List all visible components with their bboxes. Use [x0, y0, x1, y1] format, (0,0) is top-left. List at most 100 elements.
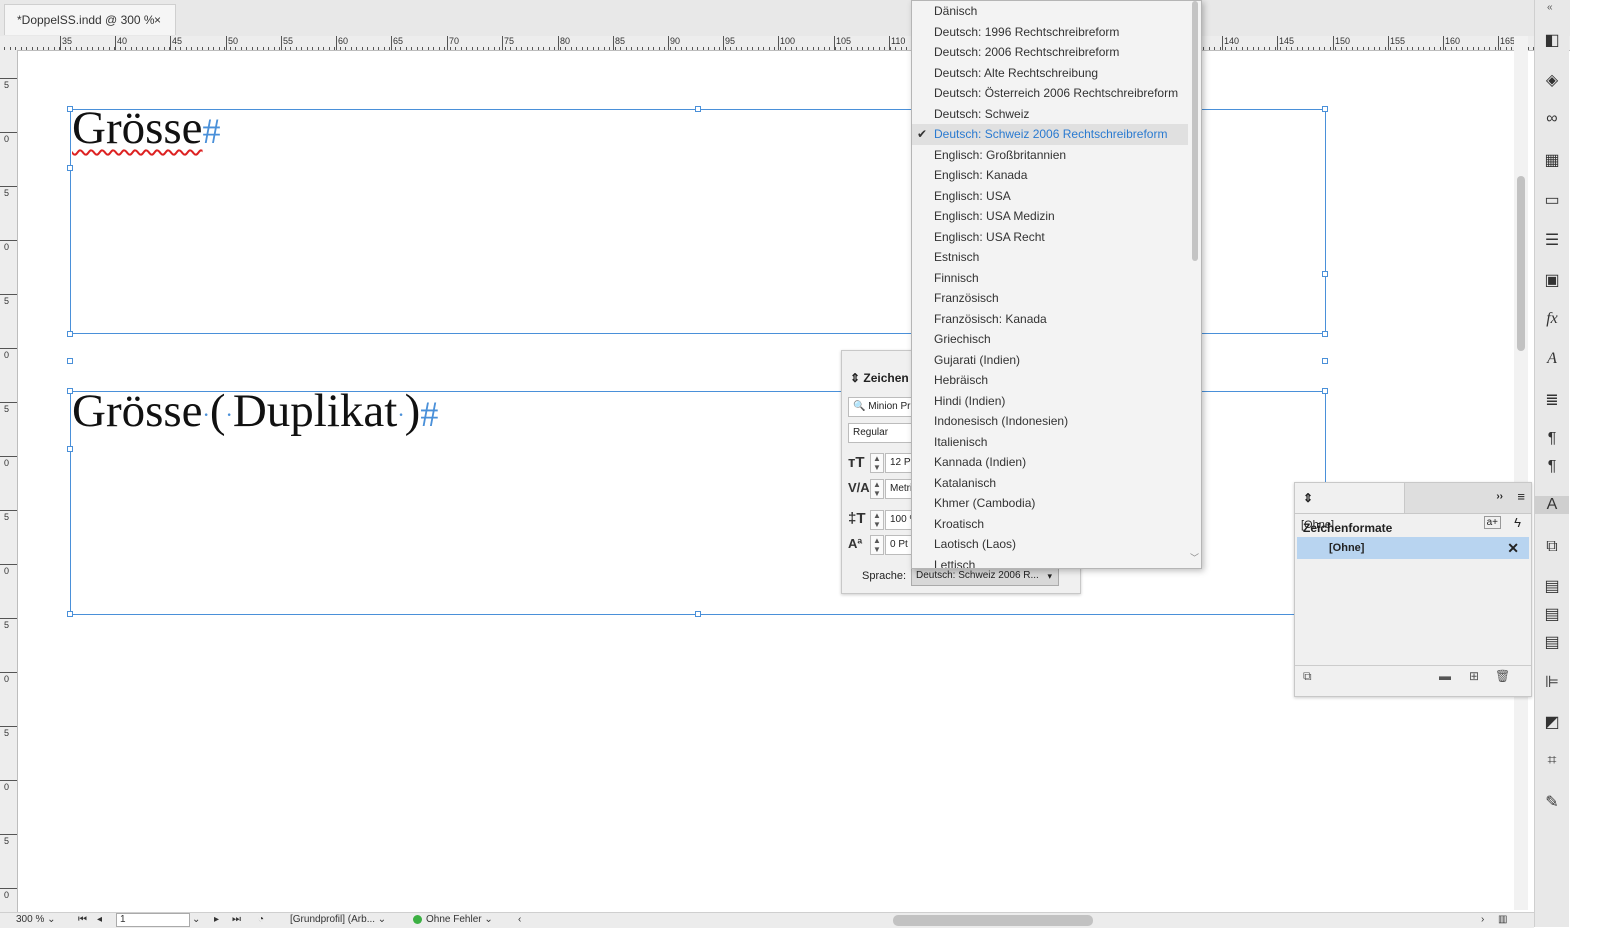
language-option[interactable]: Hebräisch [912, 370, 1188, 391]
language-option[interactable]: Französisch: Kanada [912, 309, 1188, 330]
language-option[interactable]: Deutsch: Alte Rechtschreibung [912, 63, 1188, 84]
first-page-icon[interactable]: ⏮ [78, 914, 87, 925]
object-styles-icon[interactable]: ⧉ [1535, 538, 1569, 556]
paragraph-icon[interactable]: ≣ [1535, 390, 1569, 410]
scrollbar-thumb[interactable] [1517, 176, 1525, 351]
language-option[interactable]: Indonesisch (Indonesien) [912, 411, 1188, 432]
character-styles-icon[interactable]: A [1535, 496, 1569, 514]
language-option[interactable]: Englisch: USA Medizin [912, 206, 1188, 227]
language-option[interactable]: Deutsch: Schweiz [912, 104, 1188, 125]
frame-handle[interactable] [67, 331, 73, 337]
language-option[interactable]: Englisch: Kanada [912, 165, 1188, 186]
frame-handle[interactable] [67, 446, 73, 452]
frame-handle[interactable] [1322, 331, 1328, 337]
pages-icon[interactable]: ◧ [1535, 30, 1569, 50]
scroll-right-icon[interactable]: › [1481, 914, 1484, 925]
language-option[interactable]: Kroatisch [912, 514, 1188, 535]
frame-handle[interactable] [695, 106, 701, 112]
panel-menu-icon[interactable]: ≡ [1517, 489, 1525, 504]
language-option[interactable]: Deutsch: 2006 Rechtschreibreform [912, 42, 1188, 63]
page-number-field[interactable]: 1 [116, 913, 190, 927]
prev-page-icon[interactable]: ◂ [97, 914, 102, 925]
dropdown-scrollbar[interactable]: ﹀ [1190, 1, 1199, 564]
frame-handle[interactable] [1322, 388, 1328, 394]
vertical-ruler[interactable]: 50505050505050505 [0, 50, 18, 912]
horizontal-ruler[interactable]: 35 40 45 50 55 60 65 70 75 80 85 90 95 100 105 110 140 14… [0, 36, 1570, 51]
stroke-icon[interactable]: ☰ [1535, 230, 1569, 250]
frame1-text[interactable]: Grösse# [72, 101, 221, 155]
language-option[interactable]: Griechisch [912, 329, 1188, 350]
zeichenformate-tab[interactable]: ⇕ Zeichenformate [1295, 483, 1405, 535]
document-tab[interactable]: *DoppelSS.indd @ 300 % × [4, 4, 176, 35]
font-size-stepper[interactable]: ▲ ▼ [870, 453, 884, 473]
horizontal-scrollbar-thumb[interactable] [893, 915, 1093, 926]
font-style-field[interactable]: Regular [848, 423, 918, 443]
next-page-icon[interactable]: ▸ [214, 914, 219, 925]
table-icon[interactable]: ▤ [1535, 576, 1569, 596]
language-option[interactable]: Englisch: Großbritannien [912, 145, 1188, 166]
kerning-stepper[interactable]: ▲ ▼ [870, 479, 884, 499]
language-select[interactable]: Deutsch: Schweiz 2006 R... ▾ [911, 566, 1059, 586]
new-style-icon[interactable]: ⊞ [1469, 669, 1479, 683]
align-icon[interactable]: ⊫ [1535, 672, 1569, 692]
language-option[interactable]: Englisch: USA Recht [912, 227, 1188, 248]
language-option[interactable]: Hindi (Indien) [912, 391, 1188, 412]
frame2-text[interactable]: Grösse·(·Duplikat·)# [72, 384, 438, 438]
misspelled-word[interactable]: Grösse [72, 102, 203, 154]
cell-styles-icon[interactable]: ▤ [1535, 632, 1569, 652]
language-option[interactable]: Dänisch [912, 1, 1188, 22]
paragraph-styles-icon[interactable]: ¶ [1535, 458, 1569, 476]
language-option[interactable]: Khmer (Cambodia) [912, 493, 1188, 514]
language-option[interactable]: ✔ Deutsch: Schweiz 2006 Rechtschreibrefor… [912, 124, 1188, 145]
baseline-shift-stepper[interactable]: ▲ ▼ [870, 535, 884, 555]
close-tab-icon[interactable]: × [154, 5, 161, 36]
language-option[interactable]: Kannada (Indien) [912, 452, 1188, 473]
collapse-dock-icon[interactable]: « [1547, 2, 1553, 13]
lightning-icon[interactable]: ϟ [1514, 515, 1521, 530]
language-option[interactable]: Deutsch: 1996 Rechtschreibreform [912, 22, 1188, 43]
style-list-item[interactable]: [Ohne] ✕ [1297, 537, 1529, 559]
text-wrap-icon[interactable]: ▣ [1535, 270, 1569, 290]
pathfinder-icon[interactable]: ◩ [1535, 712, 1569, 732]
trash-icon[interactable]: 🗑 [1495, 669, 1510, 683]
table-styles-icon[interactable]: ▤ [1535, 604, 1569, 624]
language-dropdown[interactable]: Dänisch Deutsch: 1996 Rechtschreibreform D… [911, 0, 1202, 569]
frame-handle[interactable] [1322, 106, 1328, 112]
profile-select[interactable]: [Grundprofil] (Arb... ⌄ [290, 914, 386, 925]
vertical-scrollbar[interactable] [1514, 36, 1528, 910]
collapse-icon[interactable]: ›› [1496, 491, 1503, 502]
language-option[interactable]: Katalanisch [912, 473, 1188, 494]
split-layout-icon[interactable]: ▥ [1498, 914, 1507, 925]
frame-handle[interactable] [695, 611, 701, 617]
page-dropdown-icon[interactable]: ⌄ [192, 914, 200, 925]
frame-handle[interactable] [67, 358, 73, 364]
language-option[interactable]: Deutsch: Österreich 2006 Rechtschreibref… [912, 83, 1188, 104]
links-icon[interactable]: ∞ [1535, 110, 1569, 128]
language-option[interactable]: Laotisch (Laos) [912, 534, 1188, 555]
preflight-status[interactable]: Ohne Fehler ⌄ [413, 914, 493, 925]
language-option[interactable]: Estnisch [912, 247, 1188, 268]
effects-icon[interactable]: fx [1535, 310, 1569, 328]
language-option[interactable]: Finnisch [912, 268, 1188, 289]
language-option[interactable]: Italienisch [912, 432, 1188, 453]
frame-handle[interactable] [67, 165, 73, 171]
frame-handle[interactable] [1322, 271, 1328, 277]
language-option[interactable]: Lettisch [912, 555, 1188, 569]
load-styles-icon[interactable]: ⧉ [1303, 669, 1312, 684]
language-option[interactable]: Gujarati (Indien) [912, 350, 1188, 371]
zoom-field[interactable]: 300 % ⌄ [16, 914, 56, 925]
last-page-icon[interactable]: ⏭ [232, 914, 241, 925]
glyphs-icon[interactable]: A [1535, 350, 1569, 368]
vertical-scale-stepper[interactable]: ▲ ▼ [870, 510, 884, 530]
font-family-field[interactable]: 🔍 Minion Pr [848, 397, 918, 417]
frame-handle[interactable] [67, 611, 73, 617]
language-option[interactable]: Französisch [912, 288, 1188, 309]
open-document-icon[interactable]: ◔ [258, 914, 264, 925]
dropdown-scrollbar-thumb[interactable] [1192, 1, 1198, 261]
pilcrow-icon[interactable]: ¶ [1535, 430, 1569, 448]
frame-handle[interactable] [1322, 358, 1328, 364]
layers-icon[interactable]: ◈ [1535, 70, 1569, 90]
script-icon[interactable]: ✎ [1535, 792, 1569, 812]
folder-icon[interactable]: ▬ [1439, 669, 1451, 683]
chevron-down-icon[interactable]: ﹀ [1190, 551, 1199, 564]
